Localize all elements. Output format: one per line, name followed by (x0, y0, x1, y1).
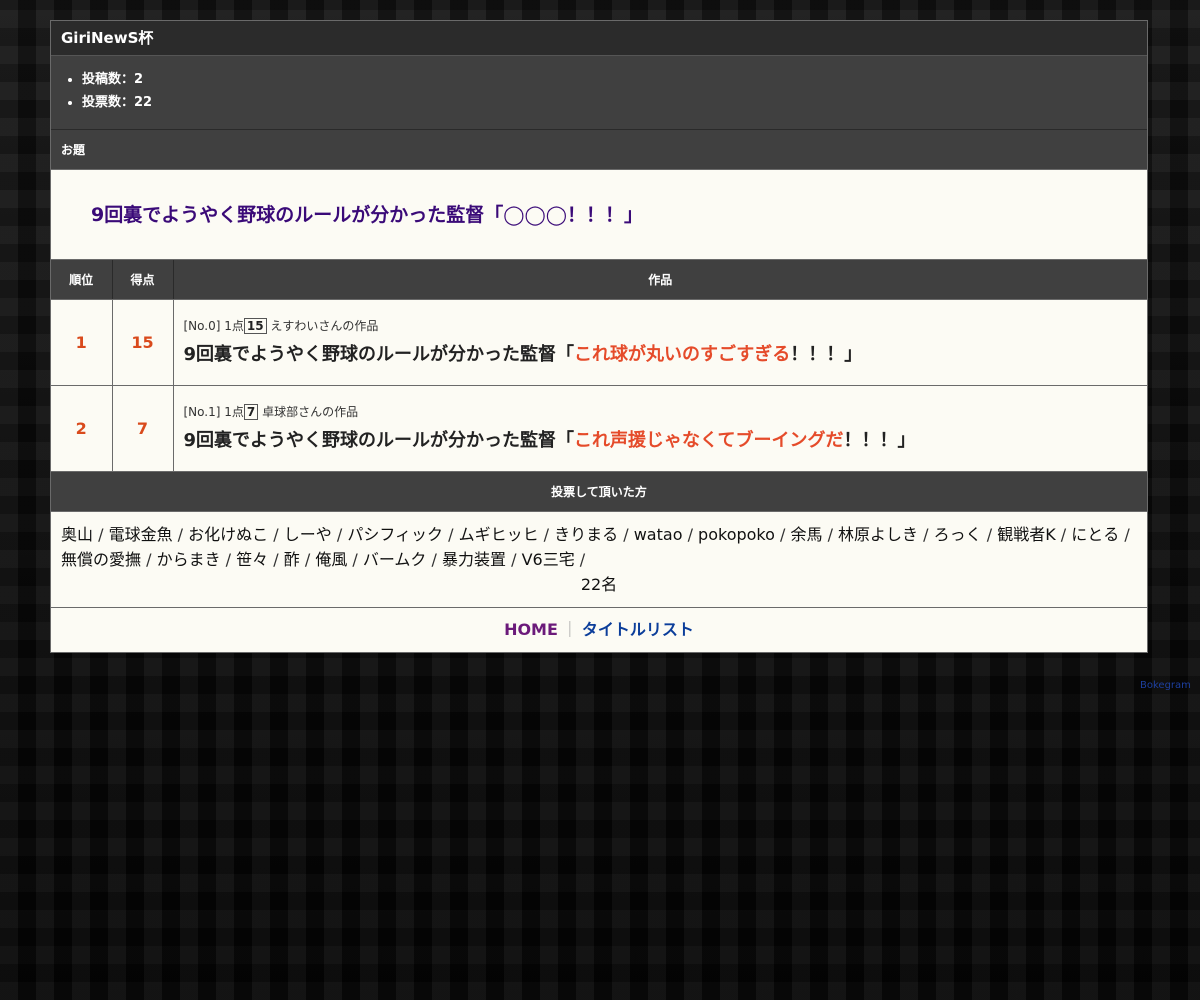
voter-separator: / (172, 525, 189, 544)
voter-name: 暴力装置 (441, 550, 506, 569)
voter-separator: / (426, 550, 442, 569)
voter-name: 無償の愛撫 (61, 550, 142, 569)
work-author: えすわいさんの作品 (270, 319, 379, 333)
rank-cell: 2 (51, 385, 113, 472)
footer-separator: ｜ (561, 620, 578, 639)
score-cell: 7 (112, 385, 174, 472)
voter-separator: / (268, 525, 284, 544)
voter-name: きりまる (554, 525, 619, 544)
work-closing: ！！！」 (790, 344, 863, 365)
header-work: 作品 (173, 260, 1147, 300)
voter-separator: / (918, 525, 934, 544)
voter-name: からまき (156, 550, 221, 569)
voter-separator: / (618, 525, 634, 544)
stats-list: 投稿数：2 投票数：22 (51, 68, 1147, 114)
voter-name: バームク (362, 550, 427, 569)
voter-name: 観戦者K (997, 525, 1056, 544)
voter-name: 電球金魚 (108, 525, 173, 544)
voter-list: 奥山 / 電球金魚 / お化けぬこ / しーや / パシフィック / ムギヒッヒ… (61, 522, 1137, 572)
voter-separator: / (822, 525, 839, 544)
work-answer: これ球が丸いのすごすぎる (574, 344, 791, 365)
voter-name: 林原よしき (838, 525, 919, 544)
theme-label: お題 (51, 130, 1147, 170)
page-title: GiriNewS杯 (51, 21, 1147, 56)
voter-separator: / (443, 525, 459, 544)
voter-separator: / (268, 550, 284, 569)
work-meta-prefix: [No.1] 1点 (183, 405, 244, 419)
ranking-header-row: 順位 得点 作品 (51, 260, 1147, 300)
work-meta: [No.1] 1点 7 卓球部さんの作品 (184, 404, 1148, 420)
stats-panel: 投稿数：2 投票数：22 (51, 56, 1147, 130)
voter-separator: / (299, 550, 316, 569)
voter-count: 22名 (580, 575, 618, 594)
voter-separator: / (1119, 525, 1130, 544)
voter-name: 奥山 (61, 525, 94, 544)
work-cell: [No.1] 1点 7 卓球部さんの作品 9回裏でようやく野球のルールが分かった監… (173, 385, 1148, 472)
voter-name: 笹々 (236, 550, 269, 569)
work-author: 卓球部さんの作品 (262, 405, 359, 419)
voter-name: 酢 (283, 550, 300, 569)
work-text: 9回裏でようやく野球のルールが分かった監督「これ球が丸いのすごすぎる！！！」 (184, 343, 1148, 367)
voter-separator: / (220, 550, 237, 569)
work-cell: [No.0] 1点 15 えすわいさんの作品 9回裏でようやく野球のルールが分かっ… (173, 299, 1148, 386)
table-row: 2 7 [No.1] 1点 7 卓球部さんの作品 9回裏でようやく野球のルールが分… (51, 385, 1148, 472)
voter-separator: / (981, 525, 998, 544)
header-score: 得点 (112, 260, 174, 300)
main-panel: GiriNewS杯 投稿数：2 投票数：22 お題 9回裏でようやく野球のルール… (50, 20, 1148, 653)
title-list-link[interactable]: タイトルリスト (582, 620, 694, 639)
voter-separator: / (93, 525, 109, 544)
work-theme: 9回裏でようやく野球のルールが分かった監督「 (183, 344, 575, 365)
credit-link[interactable]: Bokegram (1140, 680, 1191, 691)
work-answer: これ声援じゃなくてブーイングだ (574, 430, 844, 451)
voter-separator: / (141, 550, 157, 569)
work-closing: ！！！」 (843, 430, 916, 451)
voter-separator: / (774, 525, 791, 544)
stats-votes: 投票数：22 (82, 91, 1147, 114)
voter-name: V6三宅 (521, 550, 575, 569)
rank-cell: 1 (51, 299, 113, 386)
score-cell: 15 (112, 299, 174, 386)
table-row: 1 15 [No.0] 1点 15 えすわいさんの作品 9回裏でようやく野球のルー… (51, 299, 1148, 386)
voter-name: watao (633, 525, 683, 544)
work-points-box: 15 (243, 318, 267, 334)
voter-name: pokopoko (698, 525, 775, 544)
voter-separator: / (331, 525, 348, 544)
work-text: 9回裏でようやく野球のルールが分かった監督「これ声援じゃなくてブーイングだ！！！… (184, 429, 1148, 453)
voter-separator: / (682, 525, 699, 544)
home-link[interactable]: HOME (504, 620, 558, 639)
voter-name: 俺風 (315, 550, 348, 569)
voters-panel: 奥山 / 電球金魚 / お化けぬこ / しーや / パシフィック / ムギヒッヒ… (51, 512, 1147, 608)
voter-separator: / (538, 525, 555, 544)
voter-name: しーや (283, 525, 332, 544)
work-meta-prefix: [No.0] 1点 (183, 319, 244, 333)
header-rank: 順位 (51, 260, 113, 300)
theme-text: 9回裏でようやく野球のルールが分かった監督「◯◯◯！！！」 (51, 170, 1147, 260)
voter-name: パシフィック (347, 525, 443, 544)
stats-posts: 投稿数：2 (82, 68, 1147, 91)
voter-separator: / (1055, 525, 1072, 544)
voter-name: ろっく (933, 525, 982, 544)
footer-nav: HOME ｜タイトルリスト (51, 608, 1147, 652)
voter-separator: / (347, 550, 363, 569)
voter-name: 余馬 (790, 525, 823, 544)
voter-separator: / (506, 550, 522, 569)
voter-name: ムギヒッヒ (458, 525, 539, 544)
work-meta: [No.0] 1点 15 えすわいさんの作品 (184, 318, 1148, 334)
voter-separator: / (574, 550, 586, 569)
work-points-box: 7 (243, 404, 259, 420)
voters-label: 投票して頂いた方 (51, 472, 1147, 512)
ranking-table: 順位 得点 作品 1 15 [No.0] 1点 15 えすわいさんの作品 9回裏で… (51, 260, 1147, 472)
voter-name: にとる (1071, 525, 1120, 544)
work-theme: 9回裏でようやく野球のルールが分かった監督「 (183, 430, 575, 451)
voter-name: お化けぬこ (188, 525, 269, 544)
